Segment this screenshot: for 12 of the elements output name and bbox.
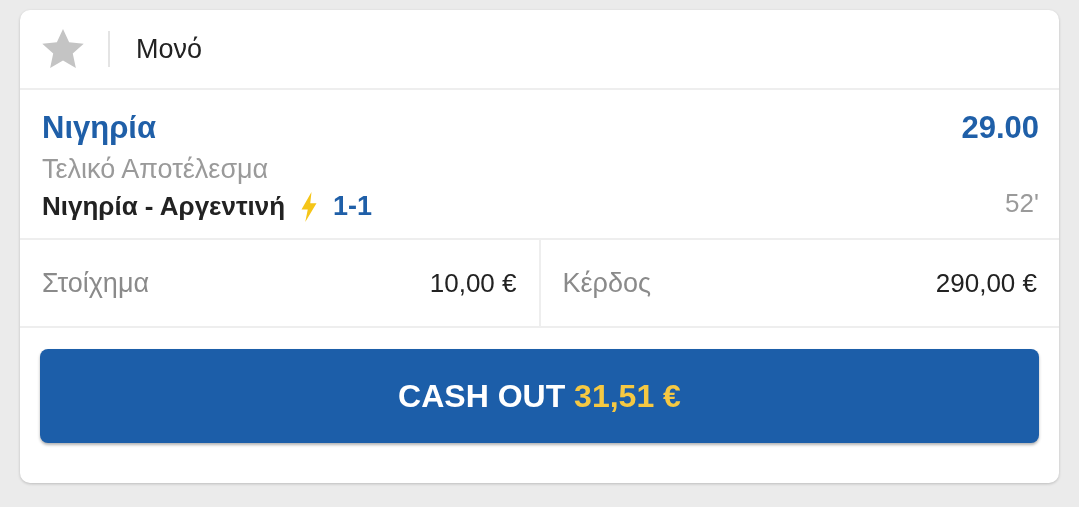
amount-value: 290,00 € bbox=[935, 267, 1037, 299]
market-name: Τελικό Αποτέλεσμα bbox=[42, 154, 270, 185]
amount-value: 10,00 € bbox=[429, 267, 517, 299]
bet-type-label: Μονό bbox=[136, 33, 203, 65]
match-name: Νιγηρία - Αργεντινή bbox=[42, 191, 286, 222]
amount-label: Στοίχημα bbox=[42, 267, 150, 299]
match-minute: 52' bbox=[1005, 188, 1039, 219]
selection-name: Νιγηρία bbox=[42, 110, 157, 146]
cash-out-button[interactable]: CASH OUT 31,51 € bbox=[40, 349, 1039, 443]
odds-value: 29.00 bbox=[961, 110, 1039, 146]
amount-label: Κέρδος bbox=[562, 267, 651, 299]
match-score: 1-1 bbox=[333, 191, 373, 222]
